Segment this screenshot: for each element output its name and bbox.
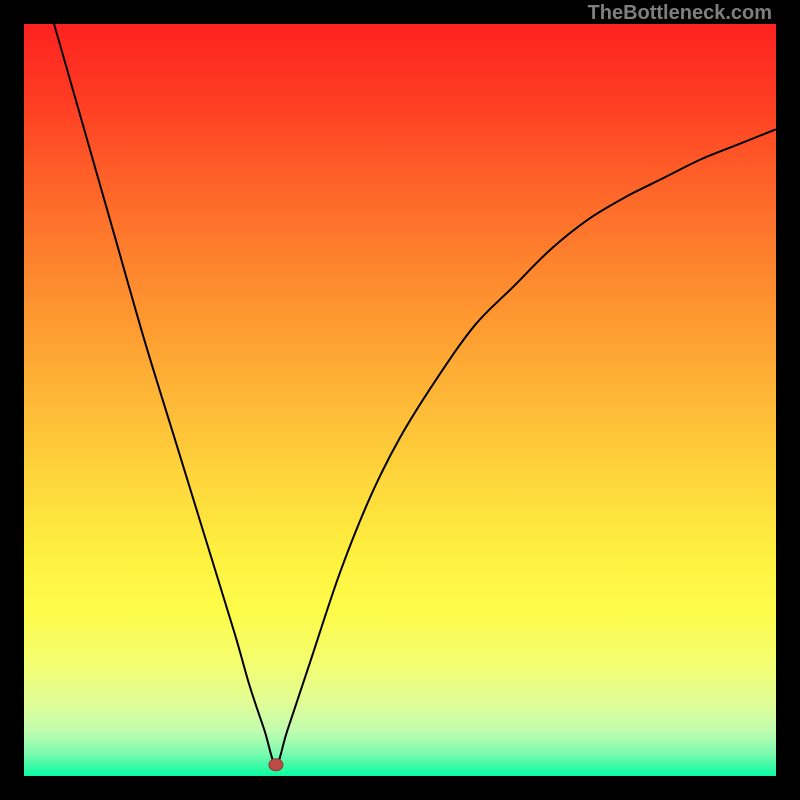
optimal-point-marker — [269, 759, 283, 771]
watermark-text: TheBottleneck.com — [588, 2, 772, 25]
curve-layer — [24, 24, 776, 776]
chart-frame: TheBottleneck.com — [0, 0, 800, 800]
bottleneck-curve — [54, 24, 776, 765]
plot-area — [24, 24, 776, 776]
